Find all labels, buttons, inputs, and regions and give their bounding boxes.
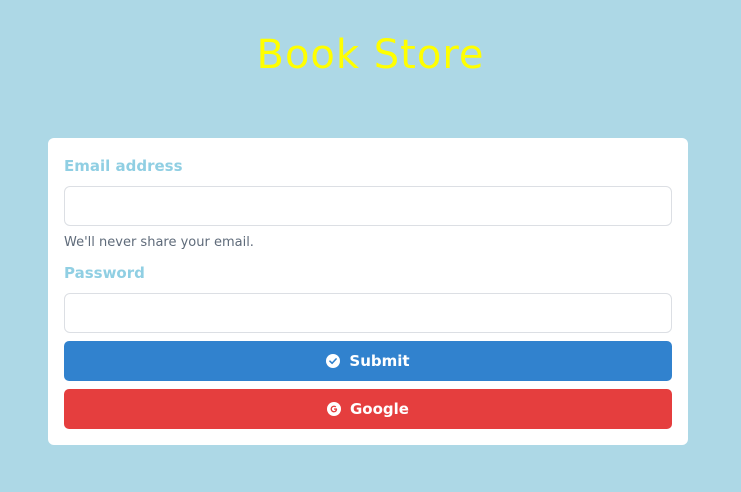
google-icon: [327, 402, 341, 416]
page-title: Book Store: [256, 32, 485, 78]
email-help-text: We'll never share your email.: [64, 235, 254, 250]
email-label: Email address: [64, 157, 183, 175]
password-label: Password: [64, 264, 145, 282]
email-field[interactable]: [64, 186, 672, 226]
password-field[interactable]: [64, 293, 672, 333]
check-circle-icon: [326, 354, 341, 368]
submit-button[interactable]: Submit: [64, 341, 672, 381]
login-card: Email address We'll never share your ema…: [48, 138, 688, 445]
google-button-label: Google: [350, 400, 409, 418]
submit-button-label: Submit: [349, 352, 410, 370]
google-signin-button[interactable]: Google: [64, 389, 672, 429]
